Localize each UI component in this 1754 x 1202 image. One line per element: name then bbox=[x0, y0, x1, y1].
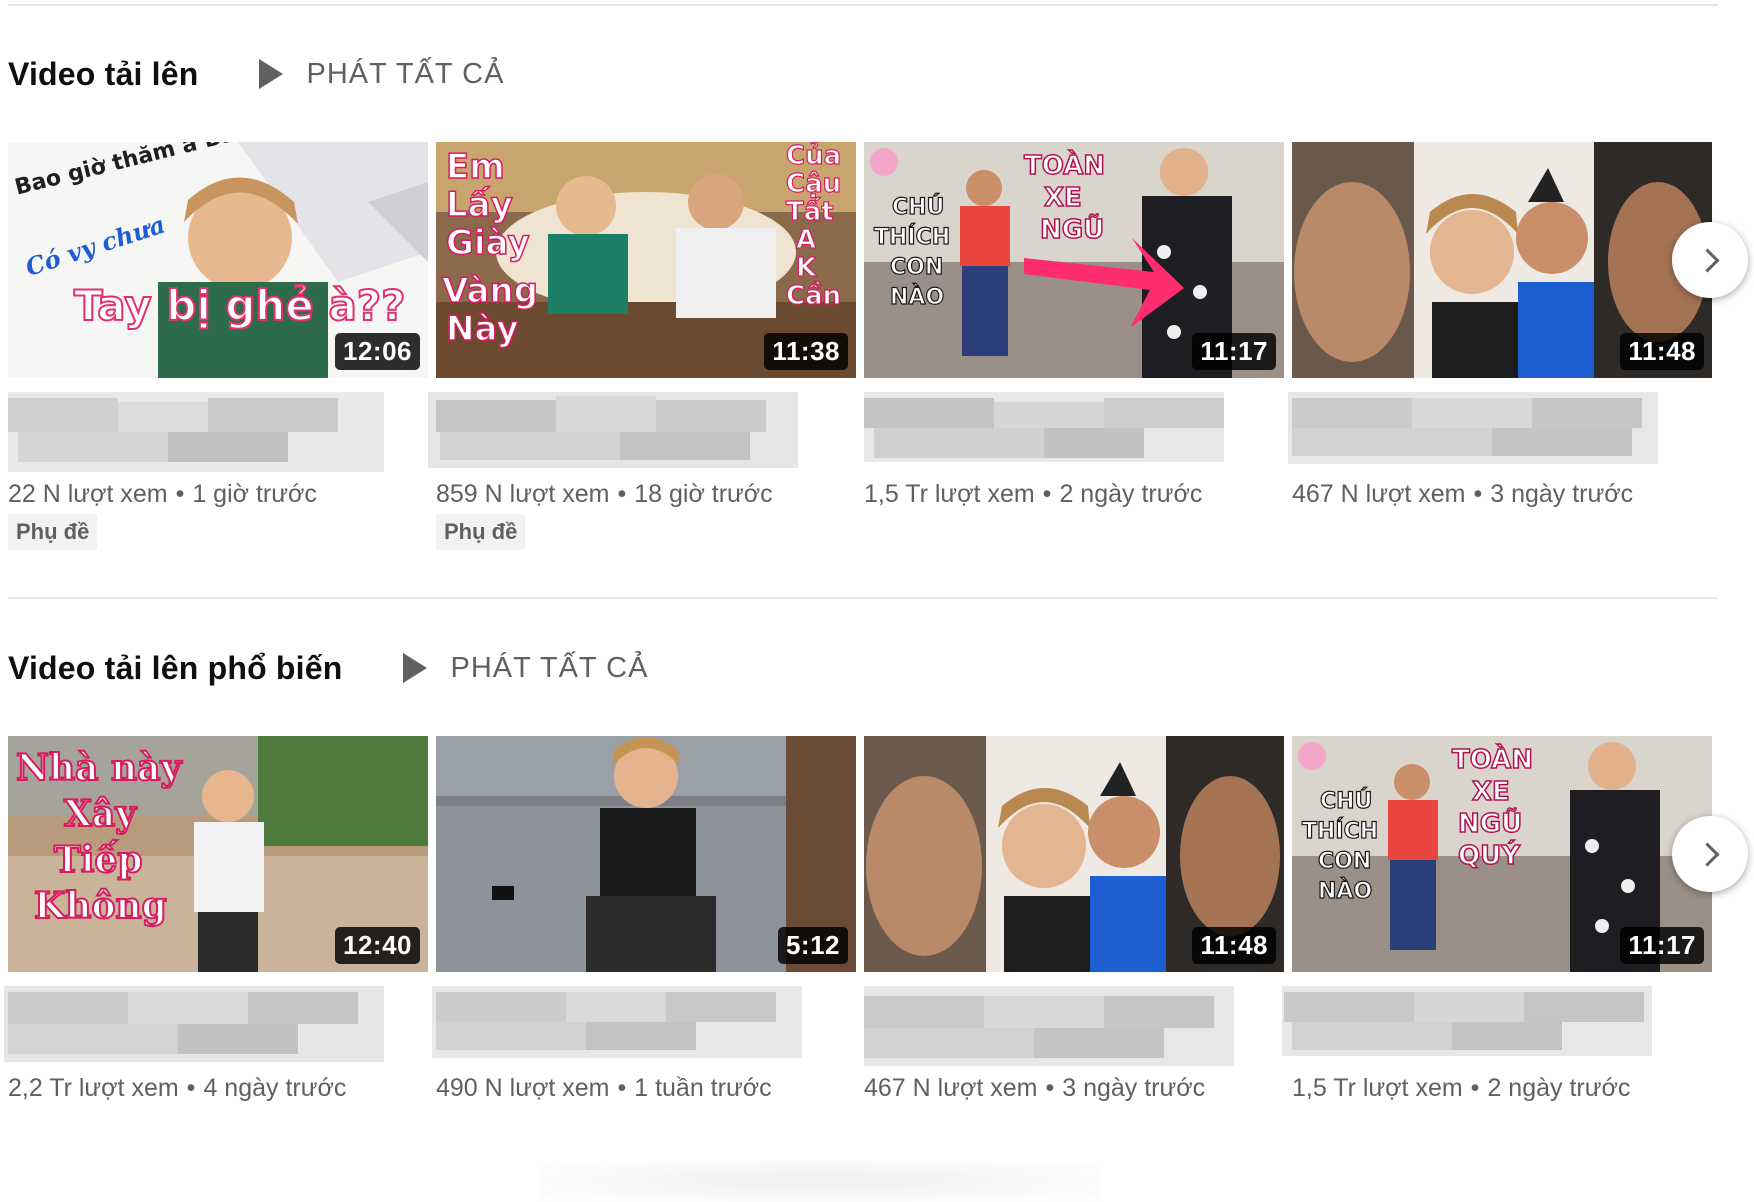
view-count: 1,5 Tr lượt xem bbox=[1292, 1074, 1463, 1102]
view-count: 467 N lượt xem bbox=[864, 1074, 1038, 1102]
view-count: 1,5 Tr lượt xem bbox=[864, 480, 1035, 508]
play-all-label: PHÁT TẤT CẢ bbox=[306, 57, 505, 90]
upload-age: 2 ngày trước bbox=[1059, 480, 1203, 508]
blurred-video-title bbox=[864, 986, 1240, 1066]
video-grid: Bao giờ thăm a Bảnh? Có vy chưa Tay bị g… bbox=[8, 142, 1754, 562]
duration-badge: 12:06 bbox=[335, 333, 420, 370]
duration-badge: 11:48 bbox=[1620, 333, 1704, 370]
duration-badge: 11:17 bbox=[1620, 927, 1704, 964]
subtitle-badge: Phụ đề bbox=[8, 514, 98, 550]
video-card[interactable]: 11:48 467 N lượt xem • 3 ngày trước bbox=[864, 736, 1284, 1156]
upload-age: 4 ngày trước bbox=[203, 1074, 347, 1102]
video-thumbnail[interactable]: TOÀN XE NGŨ CHÚ THÍCH CON NÀO 11:17 bbox=[864, 142, 1284, 378]
shelf-header: Video tải lên phổ biến PHÁT TẤT CẢ bbox=[8, 644, 648, 692]
view-count: 2,2 Tr lượt xem bbox=[8, 1074, 179, 1102]
video-meta: 22 N lượt xem • 1 giờ trước bbox=[8, 480, 317, 508]
duration-badge: 11:17 bbox=[1192, 333, 1276, 370]
video-card[interactable]: TOÀN XE NGŨ CHÚ THÍCH CON NÀO 11:17 1,5 Tr lư… bbox=[864, 142, 1284, 562]
next-shelf-button[interactable] bbox=[1672, 816, 1748, 892]
play-icon bbox=[402, 653, 427, 683]
play-all-button[interactable]: PHÁT TẤT CẢ bbox=[258, 57, 505, 91]
view-count: 467 N lượt xem bbox=[1292, 480, 1466, 508]
thumb-text: Của Cậu Tất A K Cần bbox=[786, 142, 841, 311]
blurred-video-title bbox=[1282, 986, 1668, 1066]
duration-badge: 11:38 bbox=[764, 333, 848, 370]
blurred-video-title bbox=[432, 986, 812, 1066]
video-thumbnail[interactable]: Bao giờ thăm a Bảnh? Có vy chưa Tay bị g… bbox=[8, 142, 428, 378]
video-meta: 859 N lượt xem • 18 giờ trước bbox=[436, 480, 773, 508]
duration-badge: 12:40 bbox=[335, 927, 420, 964]
play-all-label: PHÁT TẤT CẢ bbox=[450, 651, 649, 684]
view-count: 490 N lượt xem bbox=[436, 1074, 610, 1102]
bottom-shadow bbox=[540, 1160, 1100, 1202]
blurred-video-title bbox=[4, 986, 384, 1066]
video-grid: Nhà này Xây Tiếp Không 12:40 2,2 Tr lượt xe… bbox=[4, 736, 1754, 1156]
video-thumbnail[interactable]: Em Lấy Giày Vàng Này Của Cậu Tất A K Cần 11:38 bbox=[436, 142, 856, 378]
blurred-video-title bbox=[864, 392, 1240, 472]
video-meta: 2,2 Tr lượt xem • 4 ngày trước bbox=[8, 1074, 347, 1102]
video-meta: 467 N lượt xem • 3 ngày trước bbox=[1292, 480, 1634, 508]
upload-age: 3 ngày trước bbox=[1490, 480, 1634, 508]
upload-age: 2 ngày trước bbox=[1487, 1074, 1631, 1102]
video-meta: 490 N lượt xem • 1 tuần trước bbox=[436, 1074, 772, 1102]
top-divider bbox=[8, 4, 1718, 6]
blurred-video-title bbox=[428, 392, 812, 472]
view-count: 22 N lượt xem bbox=[8, 480, 168, 508]
video-card[interactable]: 5:12 490 N lượt xem • 1 tuần trước bbox=[432, 736, 856, 1156]
subtitle-badge: Phụ đề bbox=[436, 514, 526, 550]
blurred-video-title bbox=[8, 392, 384, 472]
video-card[interactable]: Nhà này Xây Tiếp Không 12:40 2,2 Tr lượt xe… bbox=[4, 736, 428, 1156]
video-card[interactable]: Bao giờ thăm a Bảnh? Có vy chưa Tay bị g… bbox=[8, 142, 428, 562]
chevron-right-icon bbox=[1694, 247, 1720, 273]
shelf-divider bbox=[8, 597, 1718, 599]
duration-badge: 11:48 bbox=[1192, 927, 1276, 964]
next-shelf-button[interactable] bbox=[1672, 222, 1748, 298]
blurred-video-title bbox=[1288, 392, 1668, 472]
shelf-title[interactable]: Video tải lên bbox=[8, 56, 199, 93]
video-card[interactable]: TOÀN XE NGŨ QUÝ CHÚ THÍCH CON NÀO 11:17 1,5 Tr… bbox=[1282, 736, 1712, 1156]
video-card[interactable]: Em Lấy Giày Vàng Này Của Cậu Tất A K Cần 11:38 bbox=[428, 142, 856, 562]
play-all-button[interactable]: PHÁT TẤT CẢ bbox=[402, 651, 649, 685]
video-thumbnail[interactable]: Nhà này Xây Tiếp Không 12:40 bbox=[8, 736, 428, 972]
upload-age: 1 giờ trước bbox=[192, 480, 317, 508]
video-thumbnail[interactable]: 11:48 bbox=[1292, 142, 1712, 378]
shelf-title[interactable]: Video tải lên phổ biến bbox=[8, 650, 343, 687]
video-thumbnail[interactable]: TOÀN XE NGŨ QUÝ CHÚ THÍCH CON NÀO 11:17 bbox=[1292, 736, 1712, 972]
duration-badge: 5:12 bbox=[777, 927, 848, 964]
upload-age: 1 tuần trước bbox=[634, 1074, 772, 1102]
shelf-header: Video tải lên PHÁT TẤT CẢ bbox=[8, 50, 504, 98]
video-thumbnail[interactable]: 11:48 bbox=[864, 736, 1284, 972]
play-icon bbox=[258, 59, 283, 89]
video-thumbnail[interactable]: 5:12 bbox=[436, 736, 856, 972]
chevron-right-icon bbox=[1694, 841, 1720, 867]
video-meta: 1,5 Tr lượt xem • 2 ngày trước bbox=[864, 480, 1203, 508]
thumb-text: Tay bị ghẻ à?? bbox=[74, 281, 406, 330]
upload-age: 18 giờ trước bbox=[634, 480, 773, 508]
upload-age: 3 ngày trước bbox=[1062, 1074, 1206, 1102]
video-meta: 1,5 Tr lượt xem • 2 ngày trước bbox=[1292, 1074, 1631, 1102]
video-meta: 467 N lượt xem • 3 ngày trước bbox=[864, 1074, 1206, 1102]
video-card[interactable]: 11:48 467 N lượt xem • 3 ngày trước bbox=[1288, 142, 1712, 562]
view-count: 859 N lượt xem bbox=[436, 480, 610, 508]
